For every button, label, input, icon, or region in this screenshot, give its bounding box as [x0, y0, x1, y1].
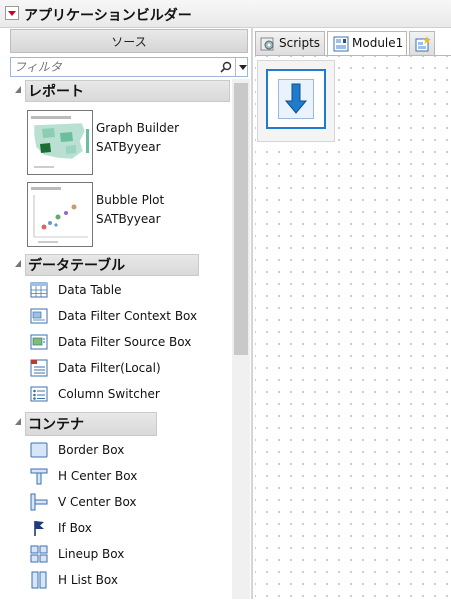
bubble-plot-thumbnail[interactable]: [27, 182, 93, 247]
bubble-plot-label[interactable]: Bubble Plot: [96, 191, 164, 210]
widget-frame[interactable]: [266, 69, 326, 129]
module-canvas[interactable]: [255, 55, 451, 600]
vertical-scrollbar[interactable]: [232, 79, 250, 599]
item-label: Data Filter Context Box: [58, 309, 198, 323]
border-box-icon: [30, 441, 48, 459]
tab-new-module[interactable]: [409, 31, 435, 55]
section-title: レポート: [25, 80, 230, 102]
data-table-icon: [30, 281, 48, 299]
panel-splitter[interactable]: [251, 27, 253, 599]
scripts-icon: [260, 36, 276, 55]
h-center-box-icon: [30, 467, 48, 485]
column-switcher-icon: [30, 385, 48, 403]
down-arrow-icon: [278, 79, 314, 122]
module-icon: [333, 36, 349, 55]
sources-panel: ソース レポート Graph Builder SATByye: [10, 29, 250, 599]
filter-box: [10, 57, 248, 77]
disclosure-toggle-icon[interactable]: [5, 6, 19, 20]
data-filter-source-widget[interactable]: [257, 60, 335, 142]
tab-label: Module1: [352, 36, 404, 50]
search-icon[interactable]: [219, 60, 233, 74]
h-list-box-icon: [30, 571, 48, 589]
item-label: V Center Box: [58, 495, 137, 509]
filter-context-icon: [30, 307, 48, 325]
item-label: If Box: [58, 521, 92, 535]
tab-scripts[interactable]: Scripts: [255, 31, 325, 55]
item-label: Lineup Box: [58, 547, 125, 561]
section-title: コンテナ: [25, 412, 157, 436]
flag-icon: [30, 519, 48, 537]
item-label: Data Filter Source Box: [58, 335, 192, 349]
section-data-tables[interactable]: データテーブル: [10, 254, 232, 276]
item-label: Data Filter(Local): [58, 361, 161, 375]
collapse-triangle-icon[interactable]: [15, 260, 21, 267]
section-title: データテーブル: [25, 254, 199, 276]
filter-source-icon: [30, 333, 48, 351]
item-label: Border Box: [58, 443, 125, 457]
source-list: レポート Graph Builder SATByyear Bubble Plot…: [10, 79, 232, 599]
title-bar: アプリケーションビルダー: [0, 0, 451, 28]
collapse-triangle-icon[interactable]: [15, 86, 21, 93]
new-module-icon: [415, 36, 431, 55]
section-reports[interactable]: レポート: [10, 80, 232, 102]
item-label: H Center Box: [58, 469, 138, 483]
graph-builder-label[interactable]: Graph Builder: [96, 119, 179, 138]
filter-input[interactable]: [14, 59, 214, 75]
item-label: H List Box: [58, 573, 118, 587]
collapse-triangle-icon[interactable]: [15, 418, 21, 425]
tab-module1[interactable]: Module1: [327, 31, 407, 56]
filter-dropdown-button[interactable]: [235, 58, 249, 76]
graph-builder-table-label: SATByyear: [96, 140, 161, 154]
lineup-box-icon: [30, 545, 48, 563]
window-title: アプリケーションビルダー: [24, 8, 192, 24]
bubble-plot-table-label: SATByyear: [96, 212, 161, 226]
item-label: Column Switcher: [58, 387, 160, 401]
graph-builder-thumbnail[interactable]: [27, 110, 93, 175]
section-containers[interactable]: コンテナ: [10, 412, 232, 436]
sources-header: ソース: [10, 29, 248, 53]
v-center-box-icon: [30, 493, 48, 511]
tab-label: Scripts: [279, 36, 321, 50]
item-label: Data Table: [58, 283, 122, 297]
scrollbar-thumb[interactable]: [234, 83, 248, 355]
filter-local-icon: [30, 359, 48, 377]
